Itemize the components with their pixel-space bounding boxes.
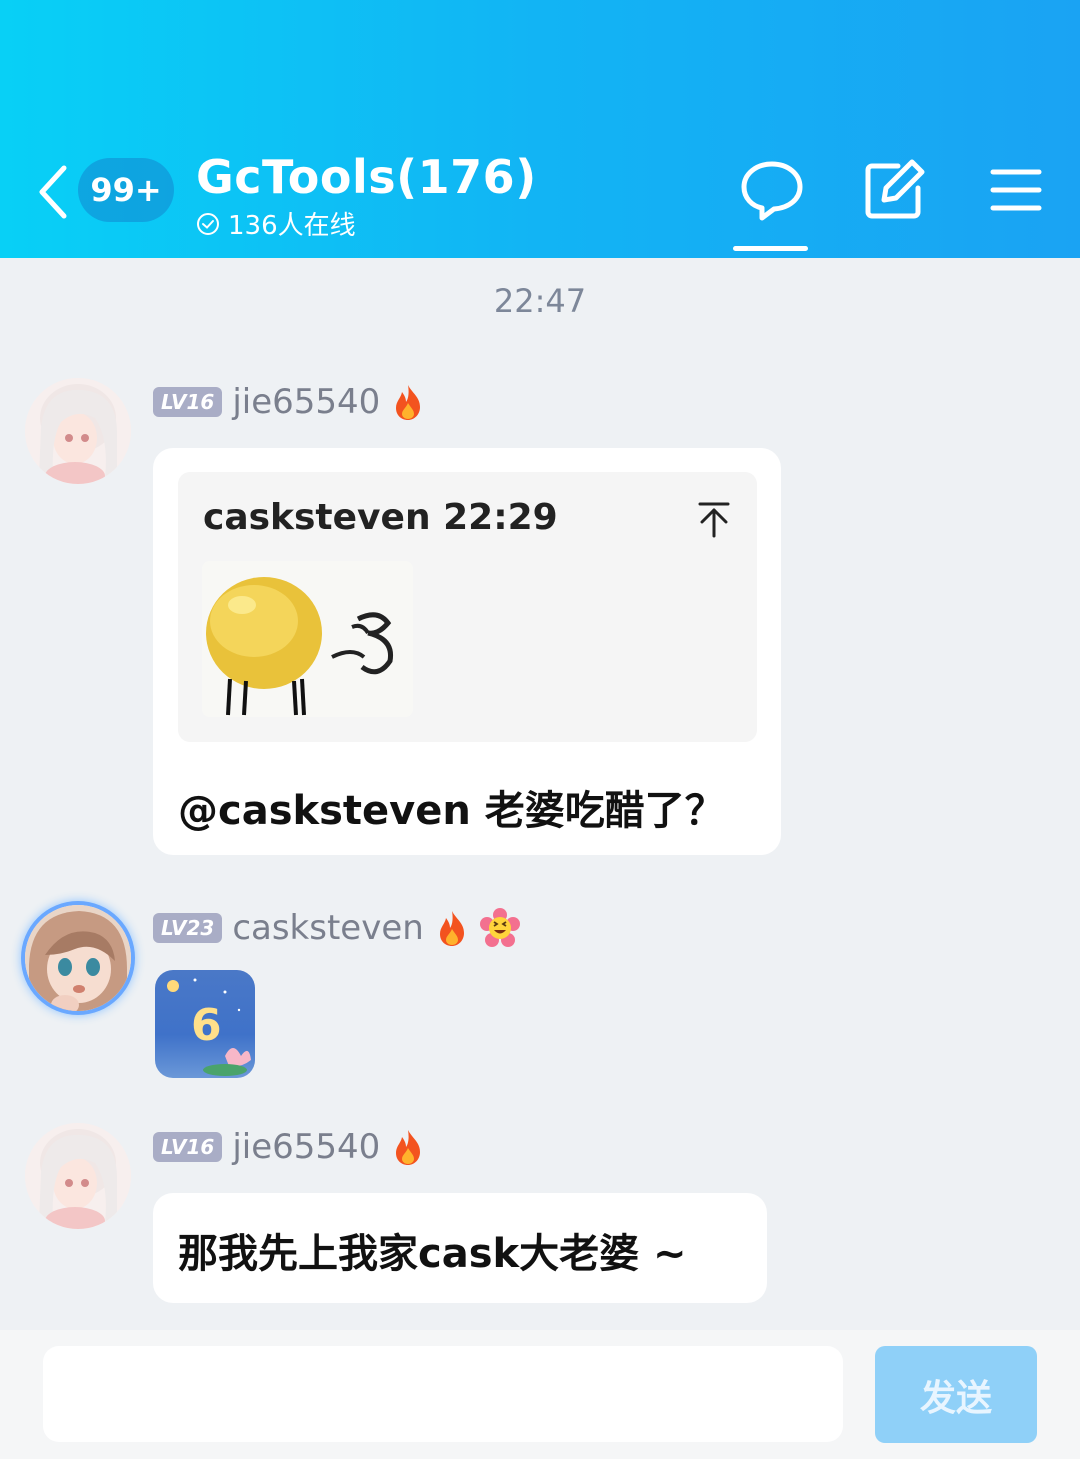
back-arrow-icon[interactable] bbox=[34, 162, 74, 222]
sender-name[interactable]: jie65540 bbox=[232, 382, 380, 422]
message-input[interactable] bbox=[43, 1346, 843, 1442]
sticker-message[interactable]: 6 bbox=[155, 970, 255, 1078]
input-bar: 发送 bbox=[0, 1330, 1080, 1459]
message-bubble[interactable]: casksteven 22:29 @casksteven 老婆吃醋了？ bbox=[153, 448, 781, 855]
level-badge: LV23 bbox=[153, 913, 223, 943]
chat-header: 99+ GcTools(176) 136人在线 bbox=[0, 0, 1080, 258]
sender-name[interactable]: jie65540 bbox=[232, 1127, 380, 1167]
quoted-message[interactable]: casksteven 22:29 bbox=[178, 472, 757, 742]
unread-count-badge[interactable]: 99+ bbox=[78, 158, 174, 222]
edit-icon[interactable] bbox=[862, 158, 926, 222]
jump-to-top-icon[interactable] bbox=[696, 500, 732, 540]
avatar[interactable] bbox=[25, 1123, 131, 1229]
message-text: 那我先上我家cask大老婆 ~ bbox=[178, 1231, 687, 1277]
fire-icon bbox=[396, 1130, 421, 1165]
chat-bubble-icon[interactable] bbox=[740, 158, 804, 222]
avatar[interactable] bbox=[25, 378, 131, 484]
quote-header: casksteven 22:29 bbox=[203, 497, 558, 538]
message-meta: LV16 jie65540 bbox=[153, 382, 426, 422]
online-count-text: 136人在线 bbox=[228, 211, 356, 241]
message-meta: LV23 casksteven bbox=[153, 908, 520, 948]
level-badge: LV16 bbox=[153, 387, 223, 417]
quoted-sticker-image[interactable] bbox=[202, 561, 413, 717]
message-text: @casksteven 老婆吃醋了？ bbox=[178, 788, 725, 834]
fire-icon bbox=[396, 385, 421, 420]
menu-icon[interactable] bbox=[985, 158, 1049, 222]
group-title[interactable]: GcTools(176) bbox=[196, 150, 537, 204]
message-bubble[interactable]: 那我先上我家cask大老婆 ~ bbox=[153, 1193, 767, 1303]
message-meta: LV16 jie65540 bbox=[153, 1127, 426, 1167]
avatar[interactable] bbox=[25, 905, 131, 1011]
sticker-text: 6 bbox=[191, 1000, 222, 1051]
level-badge: LV16 bbox=[153, 1132, 223, 1162]
time-separator: 22:47 bbox=[493, 282, 587, 320]
fire-icon bbox=[439, 911, 464, 946]
active-tab-indicator bbox=[733, 246, 808, 251]
sender-name[interactable]: casksteven bbox=[232, 908, 423, 948]
laughing-flower-icon bbox=[479, 908, 520, 947]
online-status: 136人在线 bbox=[196, 205, 356, 242]
check-circle-icon bbox=[197, 212, 219, 235]
send-button[interactable]: 发送 bbox=[875, 1346, 1037, 1443]
